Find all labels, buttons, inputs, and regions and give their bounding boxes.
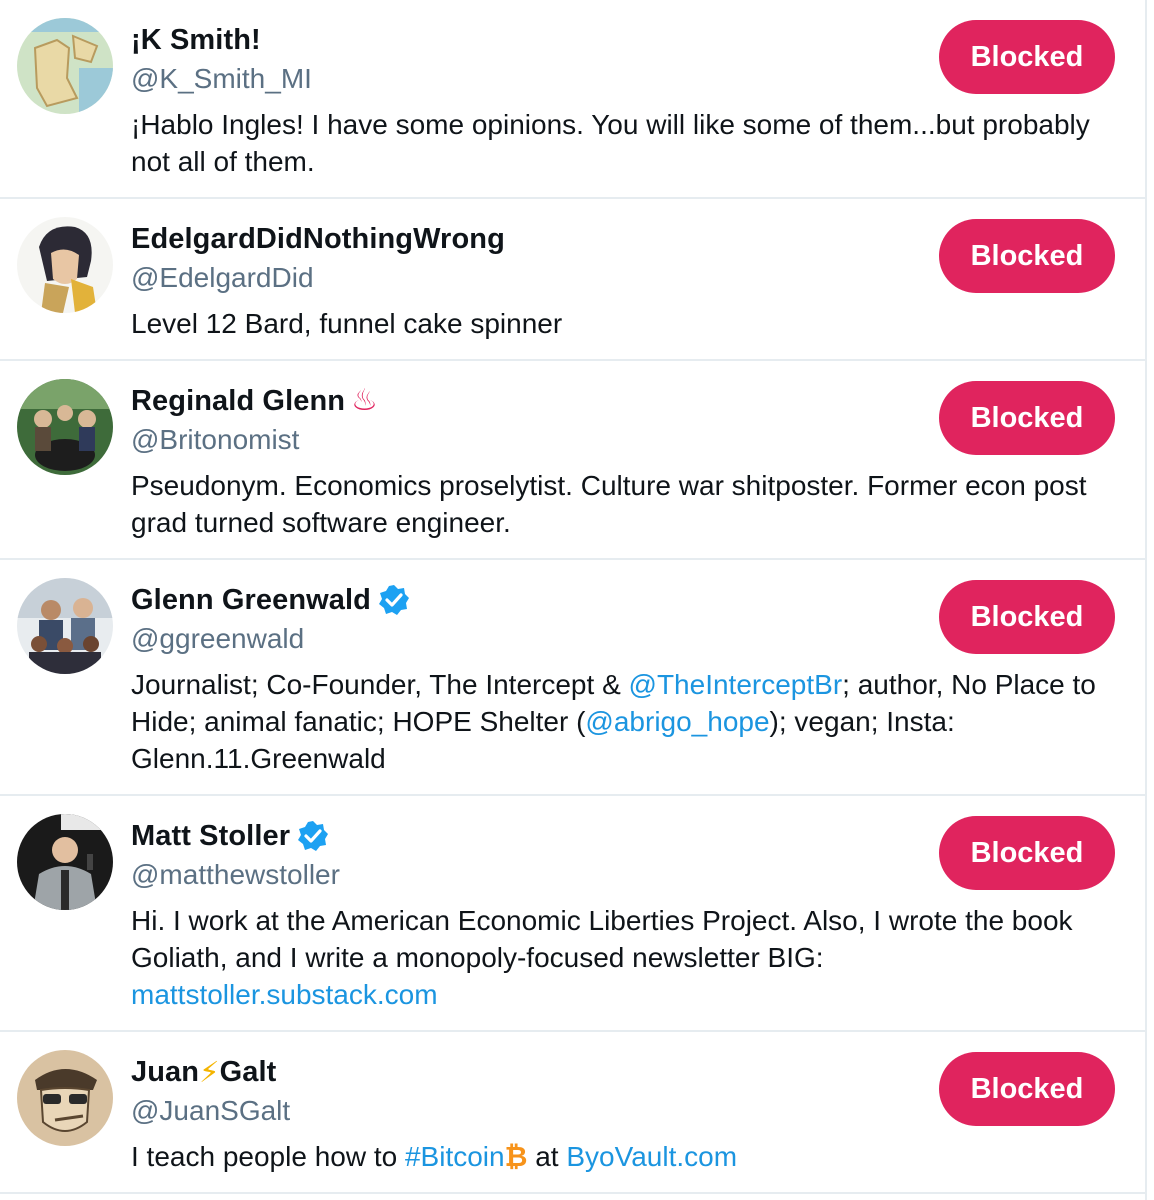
bio: Journalist; Co-Founder, The Intercept & … xyxy=(131,666,1115,777)
blocked-accounts-list: ¡K Smith! @K_Smith_MI ¡Hablo Ingles! I h… xyxy=(0,0,1147,1200)
hashtag-link[interactable]: #Bitcoin xyxy=(405,1141,505,1172)
mention-link[interactable]: @abrigo_hope xyxy=(585,706,769,737)
hot-springs-icon: ♨ xyxy=(351,384,378,417)
avatar[interactable] xyxy=(17,217,113,313)
avatar[interactable] xyxy=(17,814,113,910)
blocked-button[interactable]: Blocked xyxy=(939,20,1115,94)
avatar[interactable] xyxy=(17,578,113,674)
bio-text: Journalist; Co-Founder, The Intercept & xyxy=(131,669,629,700)
display-name-first: Juan xyxy=(131,1055,200,1088)
blocked-button[interactable]: Blocked xyxy=(939,1052,1115,1126)
verified-badge-icon xyxy=(296,819,330,853)
display-name-last: Galt xyxy=(219,1055,277,1088)
avatar[interactable] xyxy=(17,18,113,114)
display-name: Glenn Greenwald xyxy=(131,583,371,616)
bio-text: I teach people how to xyxy=(131,1141,405,1172)
avatar[interactable] xyxy=(17,1050,113,1146)
bio: Level 12 Bard, funnel cake spinner xyxy=(131,305,1115,342)
blocked-button[interactable]: Blocked xyxy=(939,580,1115,654)
display-name: Reginald Glenn xyxy=(131,384,346,417)
bio-text: ¡Hablo Ingles! I have some opinions. You… xyxy=(131,109,1090,177)
bio: I teach people how to #Bitcoin₿ at ByoVa… xyxy=(131,1138,1115,1175)
account-row[interactable]: Juan ⚡ Galt @JuanSGalt I teach people ho… xyxy=(0,1032,1145,1194)
display-name: EdelgardDidNothingWrong xyxy=(131,222,505,255)
bio: ¡Hablo Ingles! I have some opinions. You… xyxy=(131,106,1115,180)
verified-badge-icon xyxy=(377,583,411,617)
bio: Hi. I work at the American Economic Libe… xyxy=(131,902,1115,1013)
website-link[interactable]: mattstoller.substack.com xyxy=(131,979,438,1010)
account-row[interactable]: EdelgardDidNothingWrong @EdelgardDid Lev… xyxy=(0,199,1145,361)
website-link[interactable]: ByoVault.com xyxy=(566,1141,737,1172)
mention-link[interactable]: @TheInterceptBr xyxy=(629,669,843,700)
account-row[interactable]: Glenn Greenwald @ggreenwald Journalist; … xyxy=(0,560,1145,796)
bitcoin-icon: ₿ xyxy=(504,1141,528,1172)
bio-text: Pseudonym. Economics proselytist. Cultur… xyxy=(131,470,1087,538)
bio-text: Level 12 Bard, funnel cake spinner xyxy=(131,308,563,339)
account-row[interactable]: Reginald Glenn ♨ @Britonomist Pseudonym.… xyxy=(0,361,1145,560)
blocked-button[interactable]: Blocked xyxy=(939,219,1115,293)
bio: Pseudonym. Economics proselytist. Cultur… xyxy=(131,467,1115,541)
account-row[interactable]: Matt Stoller @matthewstoller Hi. I work … xyxy=(0,796,1145,1032)
blocked-button[interactable]: Blocked xyxy=(939,381,1115,455)
display-name: Matt Stoller xyxy=(131,819,291,852)
bio-text: at xyxy=(527,1141,567,1172)
bio-text: Hi. I work at the American Economic Libe… xyxy=(131,905,1073,973)
account-row[interactable]: ¡K Smith! @K_Smith_MI ¡Hablo Ingles! I h… xyxy=(0,0,1145,199)
display-name: ¡K Smith! xyxy=(131,23,261,56)
avatar[interactable] xyxy=(17,379,113,475)
blocked-button[interactable]: Blocked xyxy=(939,816,1115,890)
lightning-icon: ⚡ xyxy=(199,1056,220,1089)
